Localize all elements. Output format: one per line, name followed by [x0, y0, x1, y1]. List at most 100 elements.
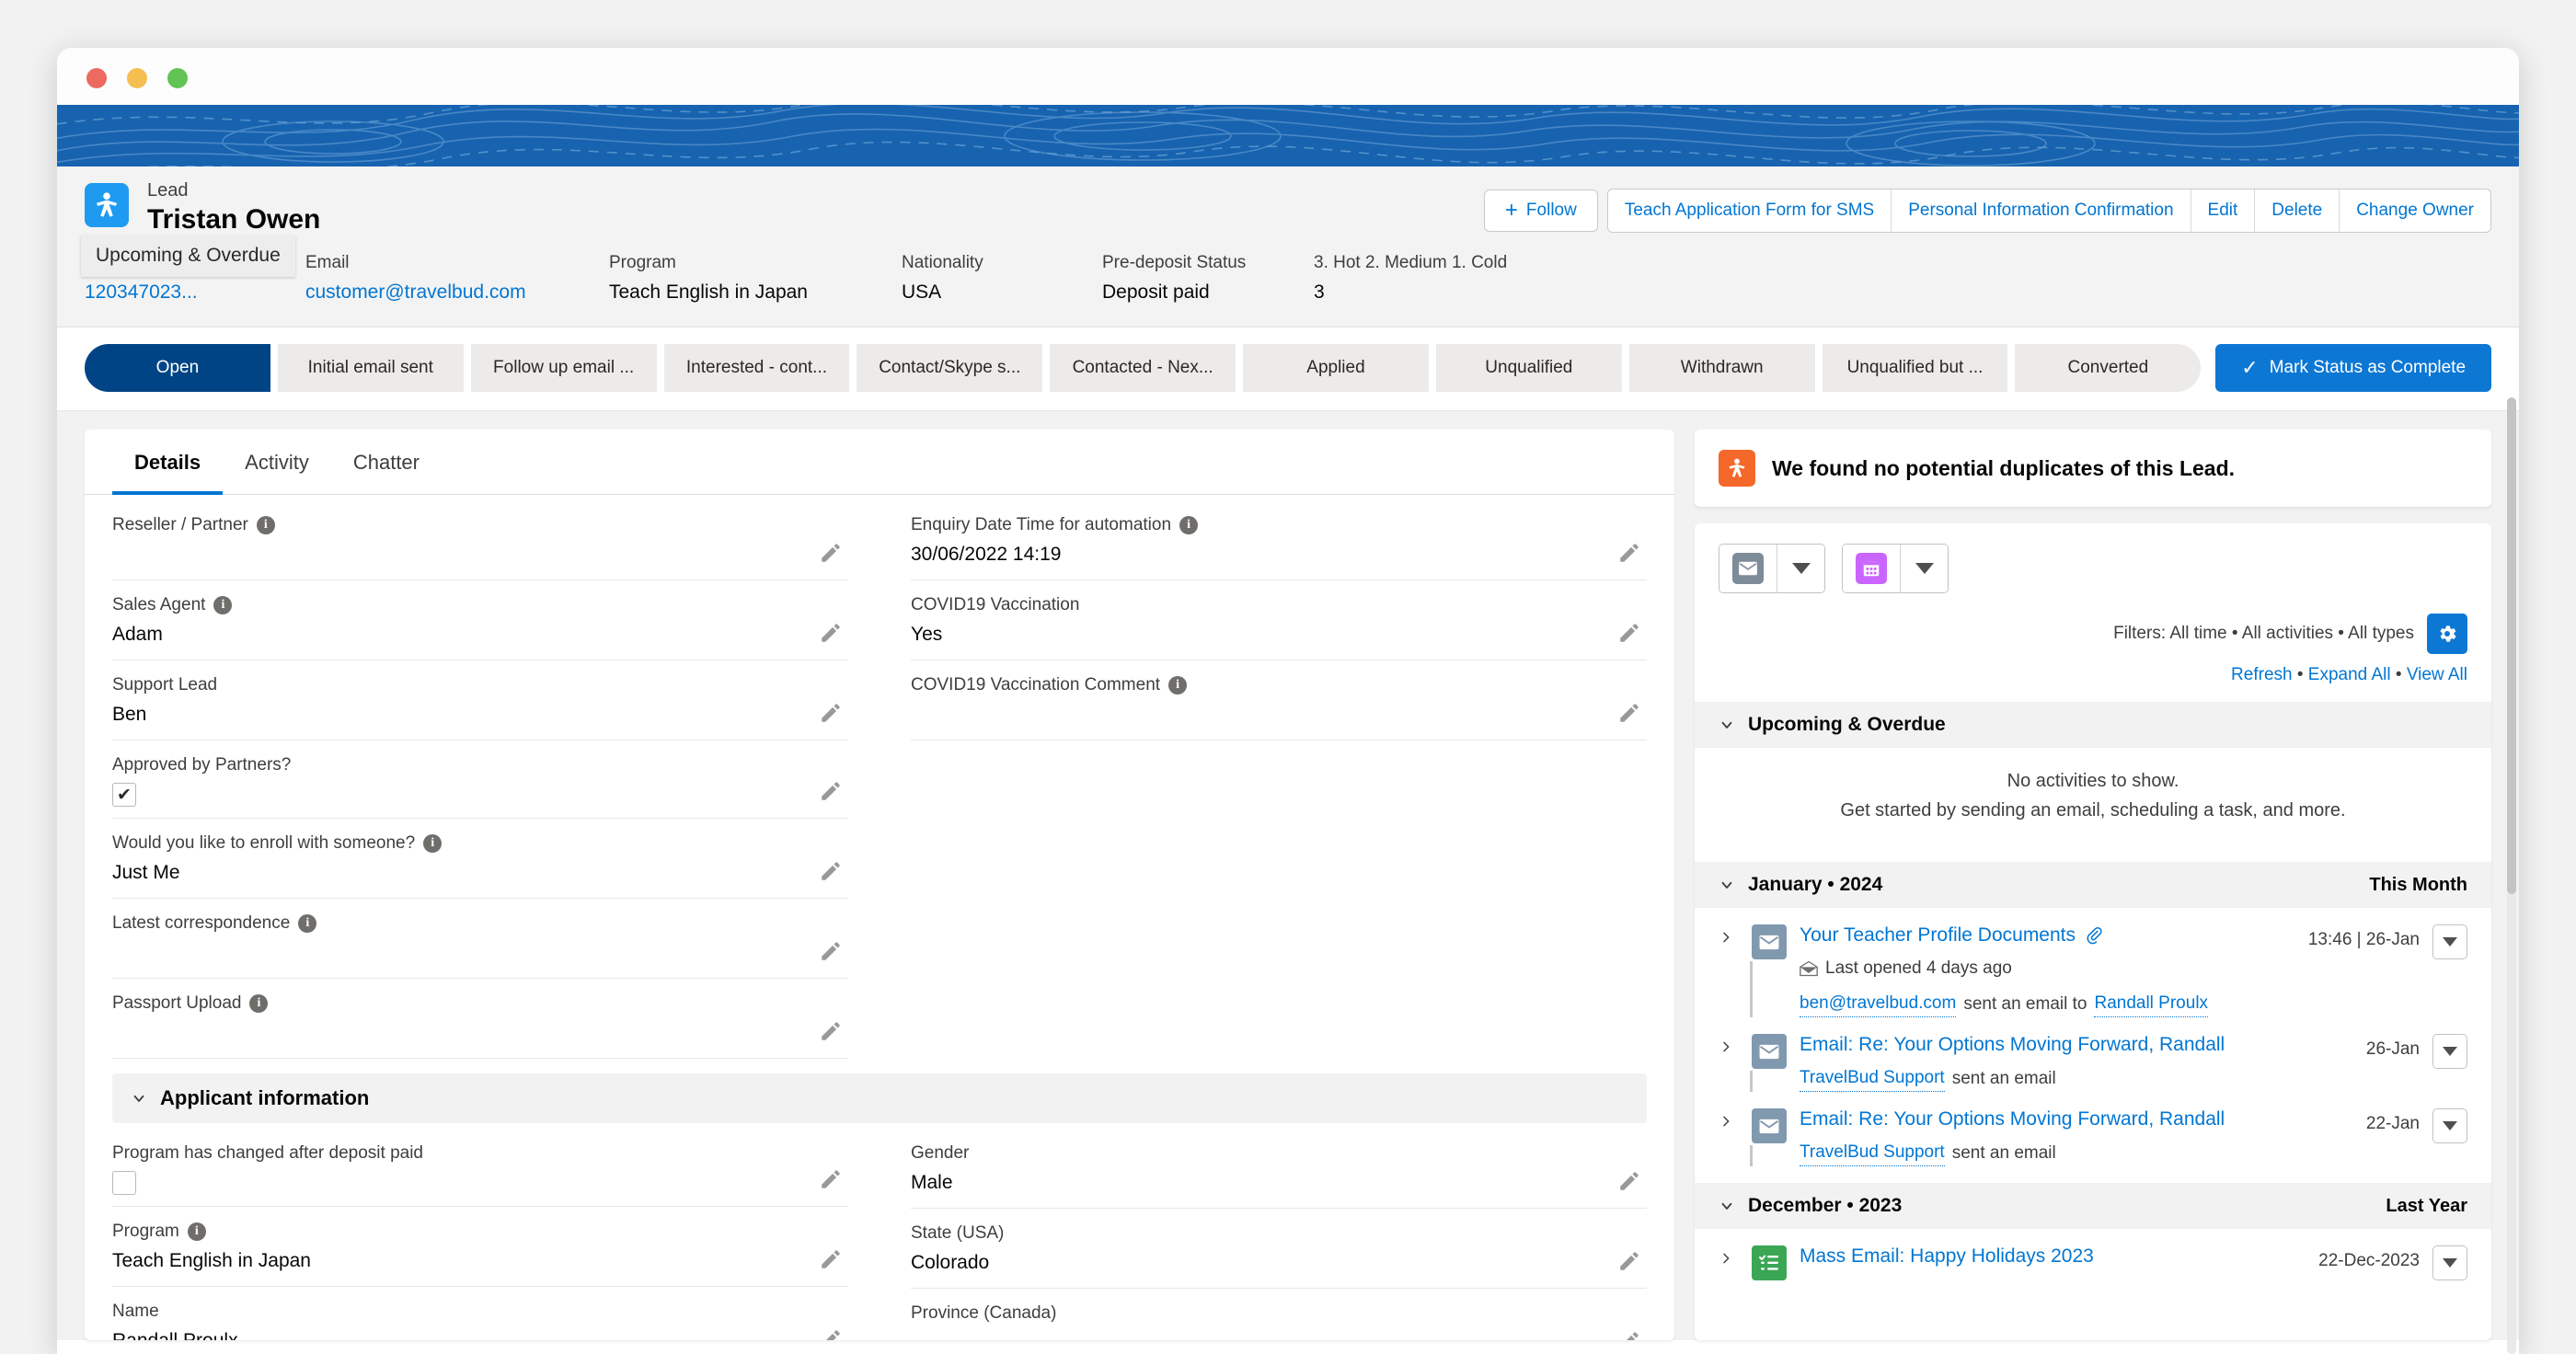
path-step-follow-up-email[interactable]: Follow up email ... [470, 344, 657, 392]
timeline-item-title[interactable]: Mass Email: Happy Holidays 2023 [1800, 1245, 2306, 1268]
edit-pencil-icon[interactable] [819, 1327, 843, 1340]
page-scrollbar-track[interactable] [2507, 397, 2516, 1354]
edit-pencil-icon[interactable] [819, 859, 843, 883]
path-step-unqualified[interactable]: Unqualified [1435, 344, 1622, 392]
path-step-open[interactable]: Open [85, 344, 270, 392]
info-icon[interactable]: i [213, 596, 233, 614]
gear-icon[interactable] [2427, 614, 2467, 654]
field-label-text: Approved by Partners? [112, 755, 292, 775]
info-icon[interactable]: i [187, 1222, 206, 1241]
sender-link[interactable]: ben@travelbud.com [1800, 991, 1957, 1017]
maximize-window-button[interactable] [167, 68, 188, 88]
expand-all-link[interactable]: Expand All [2308, 665, 2391, 684]
edit-pencil-icon[interactable] [1617, 1329, 1641, 1340]
edit-pencil-icon[interactable] [1617, 1169, 1641, 1193]
timeline-item-menu-button[interactable] [2432, 1034, 2467, 1069]
timeline-item-date: 22-Dec-2023 [2318, 1251, 2420, 1270]
field-label-text: Province (Canada) [911, 1303, 1057, 1323]
program-changed-checkbox[interactable] [112, 1171, 136, 1195]
path-step-interested-contacted[interactable]: Interested - cont... [663, 344, 850, 392]
personal-information-confirmation-button[interactable]: Personal Information Confirmation [1892, 189, 2191, 232]
path-step-applied[interactable]: Applied [1243, 344, 1429, 392]
timeline-item-title[interactable]: Email: Re: Your Options Moving Forward, … [1800, 1108, 2353, 1130]
timeline-item-main: Email: Re: Your Options Moving Forward, … [1800, 1108, 2353, 1166]
edit-pencil-icon[interactable] [819, 939, 843, 963]
details-left-column: Reseller / Partner i Sales Agent i Adam … [112, 500, 880, 1059]
sender-link[interactable]: TravelBud Support [1800, 1140, 1945, 1166]
edit-pencil-icon[interactable] [819, 1019, 843, 1043]
edit-pencil-icon[interactable] [819, 1247, 843, 1271]
path-step-contacted-next[interactable]: Contacted - Nex... [1050, 344, 1236, 392]
timeline-group-title: December • 2023 [1748, 1195, 1903, 1216]
expand-item-chevron-icon[interactable] [1719, 1108, 1739, 1129]
edit-pencil-icon[interactable] [1617, 1249, 1641, 1273]
composer-buttons [1719, 544, 2467, 593]
info-icon[interactable]: i [249, 994, 269, 1013]
follow-button[interactable]: + Follow [1483, 189, 1598, 232]
field-approved-by-partners: Approved by Partners? ✔ [112, 740, 848, 819]
path-step-contact-skype[interactable]: Contact/Skype s... [857, 344, 1043, 392]
edit-button[interactable]: Edit [2191, 189, 2256, 232]
expand-item-chevron-icon[interactable] [1719, 1034, 1739, 1054]
section-applicant-information[interactable]: Applicant information [112, 1073, 1647, 1123]
info-icon[interactable]: i [298, 914, 317, 933]
close-window-button[interactable] [86, 68, 107, 88]
approved-by-partners-checkbox[interactable]: ✔ [112, 783, 136, 807]
sender-link[interactable]: TravelBud Support [1800, 1065, 1945, 1092]
info-icon[interactable]: i [423, 834, 443, 853]
event-composer-dropdown[interactable] [1900, 545, 1948, 592]
field-label: COVID19 Vaccination Comment i [911, 673, 1593, 697]
timeline-item-title[interactable]: Email: Re: Your Options Moving Forward, … [1800, 1034, 2353, 1056]
field-label: Name [112, 1300, 795, 1324]
delete-button[interactable]: Delete [2255, 189, 2340, 232]
recipient-link[interactable]: Randall Proulx [2094, 991, 2209, 1017]
check-icon: ✓ [2241, 356, 2259, 379]
field-value: Colorado [911, 1252, 990, 1273]
timeline-item-menu-button[interactable] [2432, 924, 2467, 959]
teach-application-form-for-sms-button[interactable]: Teach Application Form for SMS [1607, 189, 1892, 232]
path-step-withdrawn[interactable]: Withdrawn [1628, 344, 1815, 392]
field-label-text: Support Lead [112, 675, 218, 694]
timeline-group-december-2023[interactable]: December • 2023 Last Year [1695, 1183, 2491, 1229]
tab-activity[interactable]: Activity [223, 430, 331, 495]
path-step-converted[interactable]: Converted [2015, 344, 2202, 392]
empty-state-line1: No activities to show. [2007, 771, 2179, 791]
chevron-down-icon [2443, 1121, 2457, 1130]
mark-status-complete-button[interactable]: ✓ Mark Status as Complete [2215, 344, 2492, 392]
edit-pencil-icon[interactable] [1617, 621, 1641, 645]
path-step-initial-email-sent[interactable]: Initial email sent [277, 344, 464, 392]
tab-details[interactable]: Details [112, 430, 224, 495]
email-composer-dropdown[interactable] [1777, 545, 1824, 592]
minimize-window-button[interactable] [127, 68, 147, 88]
email-link[interactable]: customer@travelbud.com [305, 279, 609, 306]
info-icon[interactable]: i [1179, 516, 1199, 534]
info-icon[interactable]: i [1168, 676, 1188, 694]
phone-link[interactable]: 120347023... [85, 279, 305, 306]
event-composer-button[interactable] [1843, 545, 1900, 592]
timeline-item-menu-button[interactable] [2432, 1108, 2467, 1143]
email-composer-button[interactable] [1719, 545, 1777, 592]
view-all-link[interactable]: View All [2407, 665, 2467, 684]
timeline-group-january-2024[interactable]: January • 2024 This Month [1695, 862, 2491, 908]
refresh-link[interactable]: Refresh [2231, 665, 2293, 684]
edit-pencil-icon[interactable] [819, 621, 843, 645]
timeline-item-title[interactable]: Your Teacher Profile Documents [1800, 924, 2295, 947]
timeline-group-upcoming-overdue[interactable]: Upcoming & Overdue [1695, 702, 2491, 748]
field-enquiry-date-time: Enquiry Date Time for automation i 30/06… [911, 500, 1647, 580]
page-scrollbar-thumb[interactable] [2507, 397, 2516, 894]
edit-pencil-icon[interactable] [819, 1167, 843, 1191]
path-step-unqualified-but[interactable]: Unqualified but ... [1822, 344, 2008, 392]
edit-pencil-icon[interactable] [819, 779, 843, 803]
change-owner-button[interactable]: Change Owner [2340, 189, 2490, 232]
timeline-item-subtitle: TravelBud Support sent an email [1800, 1065, 2353, 1092]
edit-pencil-icon[interactable] [819, 701, 843, 725]
timeline-item-menu-button[interactable] [2432, 1245, 2467, 1280]
highlight-value: Deposit paid [1102, 281, 1210, 303]
info-icon[interactable]: i [256, 516, 275, 534]
edit-pencil-icon[interactable] [1617, 701, 1641, 725]
edit-pencil-icon[interactable] [819, 541, 843, 565]
expand-item-chevron-icon[interactable] [1719, 924, 1739, 945]
tab-chatter[interactable]: Chatter [331, 430, 442, 495]
edit-pencil-icon[interactable] [1617, 541, 1641, 565]
expand-item-chevron-icon[interactable] [1719, 1245, 1739, 1266]
